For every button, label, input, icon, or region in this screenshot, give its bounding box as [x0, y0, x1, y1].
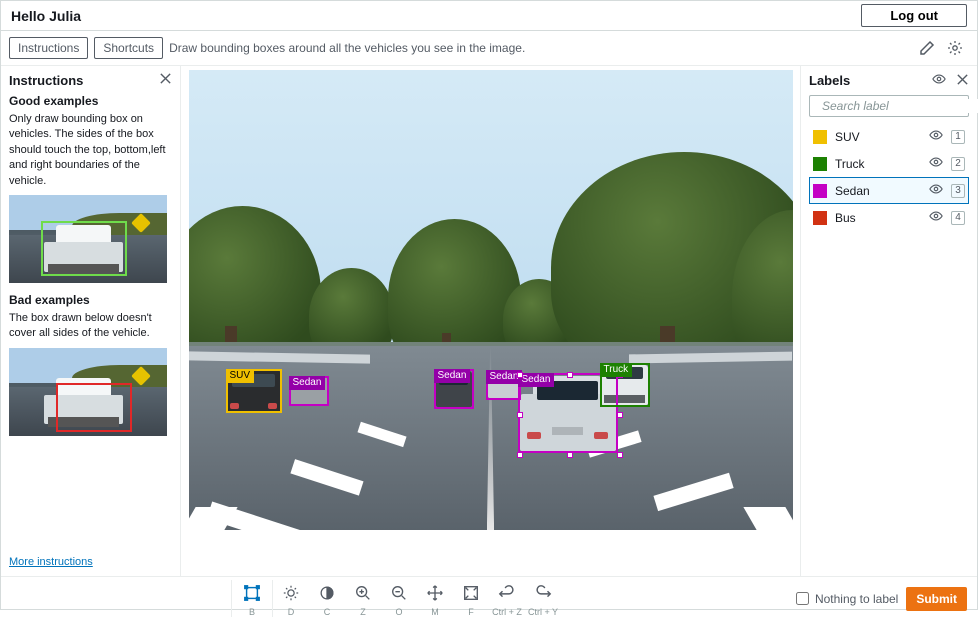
label-name: Bus: [835, 211, 921, 225]
label-search[interactable]: [809, 95, 969, 117]
eye-icon[interactable]: [929, 182, 943, 199]
resize-handle[interactable]: [567, 452, 573, 458]
label-shortcut: 2: [951, 157, 965, 171]
nothing-to-label-checkbox[interactable]: [796, 592, 809, 605]
label-name: Sedan: [835, 184, 921, 198]
close-icon[interactable]: [956, 73, 969, 89]
nothing-to-label[interactable]: Nothing to label: [796, 592, 898, 606]
brightness-tool-icon: [282, 584, 300, 605]
close-icon[interactable]: [159, 72, 172, 88]
shortcuts-button[interactable]: Shortcuts: [94, 37, 163, 59]
greeting-text: Hello Julia: [11, 8, 81, 24]
bbox-sedan[interactable]: Sedan: [434, 369, 474, 409]
good-example-image: [9, 195, 167, 283]
resize-handle[interactable]: [567, 372, 573, 378]
contrast-tool[interactable]: C: [309, 580, 345, 617]
main-area: Instructions Good examples Only draw bou…: [1, 66, 977, 576]
brightness-tool[interactable]: D: [273, 580, 309, 617]
labels-panel: Labels SUV 1 Truck 2 Sedan 3 Bus 4: [801, 66, 977, 576]
app-header: Hello Julia Log out: [1, 1, 977, 31]
label-shortcut: 3: [951, 184, 965, 198]
tool-shortcut: M: [431, 607, 439, 617]
undo-tool[interactable]: Ctrl + Z: [489, 580, 525, 617]
label-row-truck[interactable]: Truck 2: [809, 150, 969, 177]
instructions-title: Instructions: [9, 73, 83, 88]
logout-button[interactable]: Log out: [861, 4, 967, 27]
bbox-truck[interactable]: Truck: [600, 363, 650, 407]
label-list: SUV 1 Truck 2 Sedan 3 Bus 4: [809, 123, 969, 231]
label-row-sedan[interactable]: Sedan 3: [809, 177, 969, 204]
label-swatch: [813, 184, 827, 198]
edit-icon[interactable]: [919, 40, 935, 56]
undo-tool-icon: [498, 584, 516, 605]
fit-tool[interactable]: F: [453, 580, 489, 617]
label-swatch: [813, 157, 827, 171]
box-tool[interactable]: B: [231, 580, 273, 617]
label-shortcut: 4: [951, 211, 965, 225]
good-examples-title: Good examples: [9, 94, 172, 108]
footer-toolbar: B D C Z O M F Ctrl + Z Ctrl + Y Nothing to label…: [1, 576, 977, 620]
more-instructions-link[interactable]: More instructions: [9, 556, 172, 568]
label-row-suv[interactable]: SUV 1: [809, 123, 969, 150]
resize-handle[interactable]: [617, 412, 623, 418]
label-swatch: [813, 211, 827, 225]
eye-icon[interactable]: [929, 155, 943, 172]
zoom-out-tool[interactable]: O: [381, 580, 417, 617]
bbox-sedan[interactable]: Sedan: [289, 376, 329, 406]
bbox-label: Sedan: [289, 376, 326, 390]
resize-handle[interactable]: [517, 452, 523, 458]
bad-examples-title: Bad examples: [9, 293, 172, 307]
nothing-to-label-text: Nothing to label: [815, 592, 898, 606]
zoom-in-tool-icon: [354, 584, 372, 605]
bbox-label: Truck: [600, 363, 633, 377]
tool-shortcut: Z: [360, 607, 366, 617]
bad-example-image: [9, 348, 167, 436]
label-name: Truck: [835, 157, 921, 171]
tool-strip: B D C Z O M F Ctrl + Z Ctrl + Y: [231, 580, 561, 617]
contrast-tool-icon: [318, 584, 336, 605]
label-name: SUV: [835, 130, 921, 144]
tool-shortcut: Ctrl + Z: [492, 607, 522, 617]
zoom-in-tool[interactable]: Z: [345, 580, 381, 617]
move-tool[interactable]: M: [417, 580, 453, 617]
tool-shortcut: O: [395, 607, 402, 617]
prompt-bar: Instructions Shortcuts Draw bounding box…: [1, 31, 977, 66]
move-tool-icon: [426, 584, 444, 605]
tool-shortcut: Ctrl + Y: [528, 607, 558, 617]
gear-icon[interactable]: [947, 40, 963, 56]
fit-tool-icon: [462, 584, 480, 605]
bbox-label: SUV: [226, 369, 255, 383]
tool-shortcut: D: [288, 607, 295, 617]
instructions-button[interactable]: Instructions: [9, 37, 88, 59]
redo-tool[interactable]: Ctrl + Y: [525, 580, 561, 617]
zoom-out-tool-icon: [390, 584, 408, 605]
annotation-canvas[interactable]: SUVSedanSedanSedanSedanTruck: [189, 70, 793, 530]
bbox-sedan[interactable]: Sedan: [486, 370, 521, 400]
label-shortcut: 1: [951, 130, 965, 144]
tool-shortcut: C: [324, 607, 331, 617]
canvas-area: SUVSedanSedanSedanSedanTruck: [181, 66, 801, 576]
bbox-label: Sedan: [518, 373, 555, 387]
eye-icon[interactable]: [929, 209, 943, 226]
resize-handle[interactable]: [517, 372, 523, 378]
eye-icon[interactable]: [932, 72, 946, 89]
box-tool-icon: [243, 584, 261, 605]
good-examples-text: Only draw bounding box on vehicles. The …: [9, 112, 172, 189]
resize-handle[interactable]: [617, 452, 623, 458]
labels-title: Labels: [809, 73, 850, 88]
bbox-label: Sedan: [434, 369, 471, 383]
redo-tool-icon: [534, 584, 552, 605]
bbox-suv[interactable]: SUV: [226, 369, 282, 413]
label-search-input[interactable]: [822, 99, 978, 113]
label-row-bus[interactable]: Bus 4: [809, 204, 969, 231]
label-swatch: [813, 130, 827, 144]
task-prompt: Draw bounding boxes around all the vehic…: [169, 41, 913, 55]
tool-shortcut: B: [249, 607, 255, 617]
bad-examples-text: The box drawn below doesn't cover all si…: [9, 311, 172, 342]
tool-shortcut: F: [468, 607, 474, 617]
eye-icon[interactable]: [929, 128, 943, 145]
submit-button[interactable]: Submit: [906, 587, 967, 611]
resize-handle[interactable]: [517, 412, 523, 418]
instructions-panel: Instructions Good examples Only draw bou…: [1, 66, 181, 576]
